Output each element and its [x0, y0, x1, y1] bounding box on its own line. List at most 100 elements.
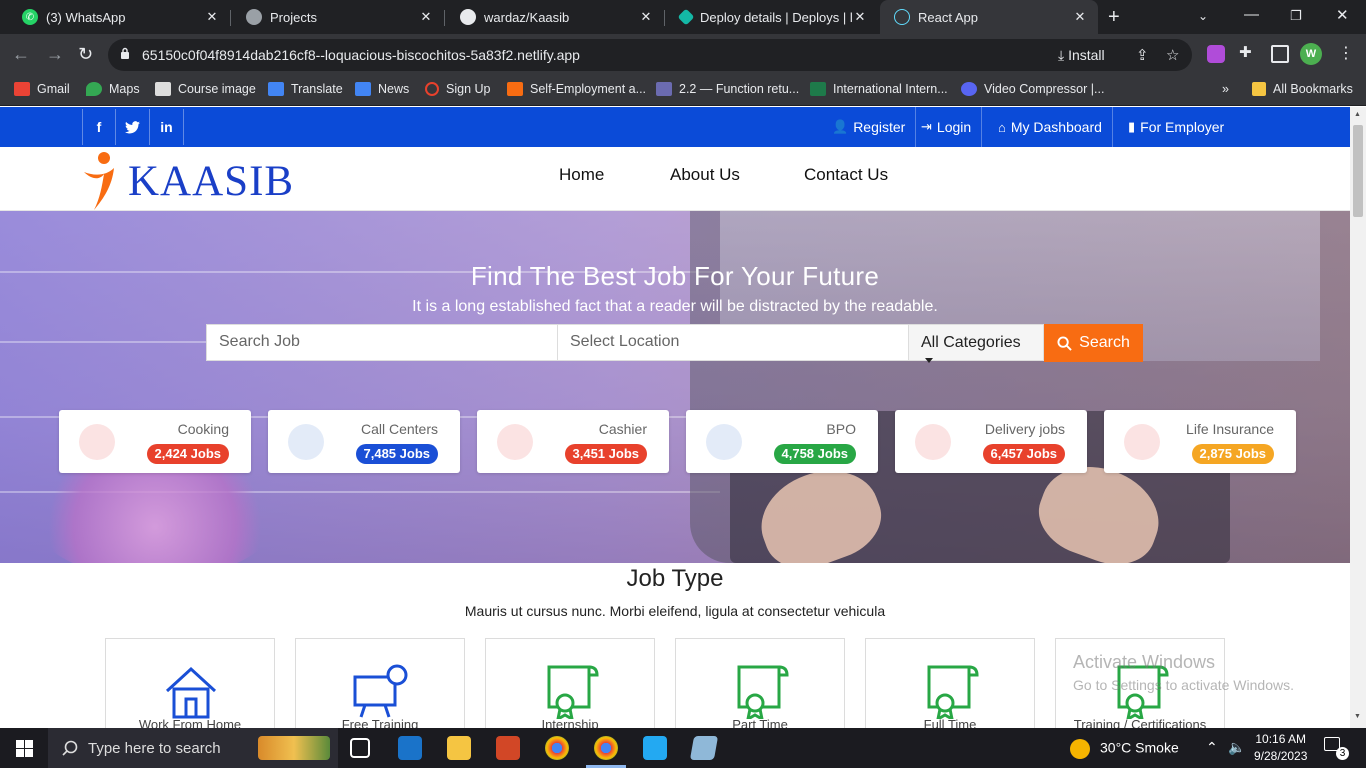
web-page: f in 👤 Register ⇥ Login ⌂ My Dashboard ▮ For…: [0, 107, 1350, 728]
category-card-life-insurance[interactable]: Life Insurance 2,875 Jobs: [1104, 410, 1296, 473]
share-icon[interactable]: ⇪: [1136, 46, 1149, 64]
bookmark-self-employment[interactable]: Self-Employment a...: [507, 82, 646, 96]
category-card-delivery-jobs[interactable]: Delivery jobs 6,457 Jobs: [895, 410, 1087, 473]
login-link[interactable]: ⇥ Login: [911, 107, 983, 147]
category-job-count: 3,451 Jobs: [564, 444, 647, 464]
address-bar[interactable]: 65150c0f04f8914dab216cf8--loquacious-bis…: [108, 39, 1192, 71]
scroll-up-icon[interactable]: ▲: [1354, 111, 1361, 118]
file-explorer-icon[interactable]: [447, 736, 471, 760]
page-scrollbar[interactable]: ▲ ▼: [1350, 107, 1366, 728]
more-menu-icon[interactable]: ⋮: [1338, 43, 1354, 63]
extension-icon[interactable]: [1207, 45, 1225, 63]
reload-icon[interactable]: ↻: [78, 44, 93, 65]
nav-home[interactable]: Home: [559, 165, 604, 185]
dashboard-link[interactable]: ⌂ My Dashboard: [988, 107, 1113, 147]
php-icon: [656, 82, 672, 96]
news-icon: [355, 82, 371, 96]
chef-icon: [79, 424, 115, 460]
chrome-dev-icon[interactable]: [545, 736, 569, 760]
job-type-label: Free Training: [341, 717, 419, 728]
linkedin-icon[interactable]: in: [150, 109, 184, 145]
scroll-down-icon[interactable]: ▼: [1354, 713, 1361, 720]
bookmark-function-return[interactable]: 2.2 — Function retu...: [656, 82, 799, 96]
bookmark-course-image[interactable]: Course image: [155, 82, 256, 96]
job-type-label: Part Time: [732, 717, 788, 728]
kaasib-logo-icon[interactable]: [82, 150, 122, 212]
browser-tab-bar: ✆ (3) WhatsApp ✕ Projects ✕ wardaz/Kaasi…: [0, 0, 1366, 34]
chrome-icon[interactable]: [594, 736, 618, 760]
restore-icon[interactable]: ❐: [1290, 8, 1302, 24]
search-job-input[interactable]: Search Job: [206, 324, 558, 361]
for-employer-link[interactable]: ▮ For Employer: [1118, 107, 1234, 147]
select-location-input[interactable]: Select Location: [557, 324, 909, 361]
nav-contact-us[interactable]: Contact Us: [804, 165, 888, 185]
nav-about-us[interactable]: About Us: [670, 165, 740, 185]
close-icon[interactable]: ✕: [418, 9, 434, 25]
back-arrow-icon[interactable]: ←: [12, 44, 30, 65]
bookmark-label: Maps: [109, 82, 140, 96]
category-job-count: 2,424 Jobs: [146, 444, 229, 464]
minimize-icon[interactable]: —: [1244, 6, 1259, 23]
close-icon[interactable]: ✕: [204, 9, 220, 25]
bookmark-international[interactable]: International Intern...: [810, 82, 948, 96]
task-view-icon[interactable]: [350, 738, 370, 758]
windows-start-icon[interactable]: [16, 740, 33, 757]
job-type-part-time[interactable]: Part Time: [675, 638, 845, 728]
notifications-icon[interactable]: 3: [1324, 737, 1349, 760]
tab-react-app[interactable]: React App ✕: [880, 0, 1098, 34]
tray-chevron-icon[interactable]: ⌃: [1206, 739, 1218, 756]
notepad-icon[interactable]: [689, 736, 719, 760]
tab-netlify-deploy[interactable]: Deploy details | Deploys | lo ✕: [666, 0, 878, 34]
scrollbar-thumb[interactable]: [1353, 125, 1363, 217]
site-logo-text[interactable]: KAASIB: [128, 157, 294, 206]
taskbar-clock[interactable]: 10:16 AM 9/28/2023: [1254, 731, 1307, 765]
login-icon: ⇥: [921, 119, 932, 134]
mail-icon[interactable]: [398, 736, 422, 760]
category-select[interactable]: All Categories: [908, 324, 1044, 364]
side-panel-icon[interactable]: [1271, 45, 1289, 63]
job-type-internship[interactable]: Internship: [485, 638, 655, 728]
register-link[interactable]: 👤 Register: [822, 107, 917, 147]
forward-arrow-icon[interactable]: →: [46, 44, 64, 65]
profile-avatar[interactable]: W: [1300, 43, 1322, 65]
window-close-icon[interactable]: ✕: [1336, 6, 1349, 24]
tab-github-kaasib[interactable]: wardaz/Kaasib ✕: [446, 0, 664, 34]
category-job-count: 7,485 Jobs: [355, 444, 438, 464]
bookmark-gmail[interactable]: Gmail: [14, 82, 70, 96]
job-type-work-from-home[interactable]: Work From Home: [105, 638, 275, 728]
install-icon: ⤓: [1058, 47, 1069, 63]
install-button[interactable]: ⤓ Install: [1058, 47, 1105, 64]
puzzle-extensions-icon[interactable]: ✚: [1239, 43, 1252, 61]
bookmark-video-compressor[interactable]: Video Compressor |...: [961, 82, 1104, 96]
bookmark-translate[interactable]: Translate: [268, 82, 343, 96]
job-type-label: Training / Certifications: [1073, 717, 1207, 728]
tab-search-chevron-icon[interactable]: ⌄: [1198, 9, 1208, 23]
powerpoint-icon[interactable]: [496, 736, 520, 760]
tab-whatsapp[interactable]: ✆ (3) WhatsApp ✕: [8, 0, 230, 34]
bookmark-star-icon[interactable]: ☆: [1166, 46, 1179, 64]
facebook-icon[interactable]: f: [82, 109, 116, 145]
bookmark-sign-up[interactable]: Sign Up: [425, 82, 490, 96]
category-card-bpo[interactable]: BPO 4,758 Jobs: [686, 410, 878, 473]
bookmarks-overflow-icon[interactable]: »: [1222, 82, 1229, 96]
job-type-full-time[interactable]: Full Time: [865, 638, 1035, 728]
category-card-cashier[interactable]: Cashier 3,451 Jobs: [477, 410, 669, 473]
close-icon[interactable]: ✕: [638, 9, 654, 25]
new-tab-icon[interactable]: +: [1108, 6, 1120, 29]
all-bookmarks[interactable]: All Bookmarks: [1252, 82, 1353, 96]
volume-icon[interactable]: 🔈: [1228, 739, 1245, 756]
bookmark-maps[interactable]: Maps: [86, 82, 140, 96]
category-card-cooking[interactable]: Cooking 2,424 Jobs: [59, 410, 251, 473]
tab-projects[interactable]: Projects ✕: [232, 0, 444, 34]
twitter-icon[interactable]: [116, 109, 150, 145]
taskbar-search-box[interactable]: Type here to search: [48, 728, 338, 768]
category-card-call-centers[interactable]: Call Centers 7,485 Jobs: [268, 410, 460, 473]
job-type-free-training[interactable]: Free Training: [295, 638, 465, 728]
search-button[interactable]: Search: [1044, 324, 1143, 362]
close-icon[interactable]: ✕: [1072, 9, 1088, 25]
weather-widget[interactable]: 30°C Smoke: [1070, 739, 1179, 759]
bookmark-news[interactable]: News: [355, 82, 409, 96]
url-text[interactable]: 65150c0f04f8914dab216cf8--loquacious-bis…: [142, 47, 580, 63]
vscode-icon[interactable]: [643, 736, 667, 760]
close-icon[interactable]: ✕: [852, 9, 868, 25]
